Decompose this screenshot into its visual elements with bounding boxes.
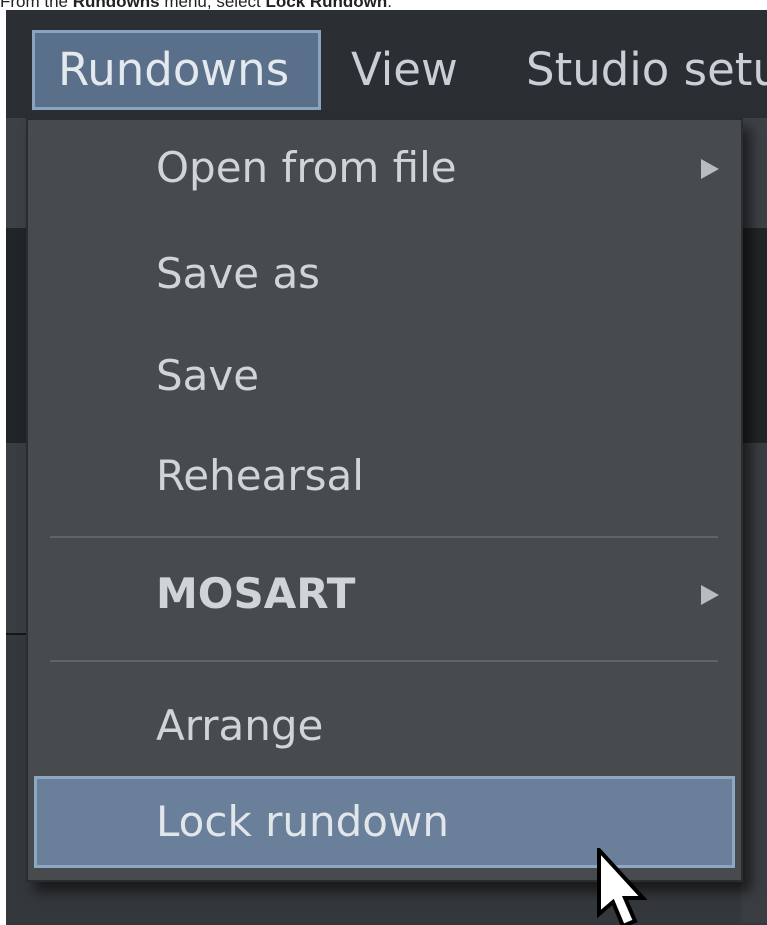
- mouse-cursor-icon: [597, 848, 648, 925]
- menu-item-mosart[interactable]: MOSART: [28, 546, 741, 642]
- menu-bar: Rundowns View Studio setu: [6, 10, 767, 118]
- menu-item-label: Lock rundown: [156, 797, 449, 846]
- background-panel: [6, 443, 26, 633]
- background-panel: [741, 118, 767, 228]
- menu-item-arrange[interactable]: Arrange: [28, 678, 741, 774]
- background-panel: [6, 118, 26, 228]
- menu-item-save-as[interactable]: Save as: [28, 226, 741, 322]
- menu-view[interactable]: View: [351, 30, 458, 110]
- menu-item-label: MOSART: [156, 569, 356, 618]
- menu-item-label: Arrange: [156, 701, 324, 750]
- menu-item-rehearsal[interactable]: Rehearsal: [28, 428, 741, 524]
- menu-item-save[interactable]: Save: [28, 328, 741, 424]
- app-window: Rundowns View Studio setu Open from file…: [6, 10, 767, 925]
- instruction-item-name: Lock Rundown: [265, 0, 388, 10]
- menu-rundowns[interactable]: Rundowns: [32, 30, 321, 110]
- menu-studio-setup[interactable]: Studio setu: [526, 30, 767, 110]
- menu-item-label: Save as: [156, 249, 321, 298]
- menu-item-open-from-file[interactable]: Open from file: [28, 120, 741, 216]
- instruction-menu-name: Rundowns: [72, 0, 160, 10]
- menu-separator: [50, 660, 718, 662]
- rundowns-dropdown-menu: Open from file Save as Save Rehearsal MO…: [26, 118, 743, 882]
- background-panel: [6, 633, 26, 635]
- menu-item-label: Save: [156, 351, 260, 400]
- menu-separator: [50, 536, 718, 538]
- instruction-text: From the Rundowns menu, select Lock Rund…: [0, 0, 767, 10]
- instruction-suffix: .: [387, 0, 393, 10]
- background-panel: [741, 443, 767, 923]
- background-panel: [6, 228, 26, 443]
- instruction-prefix: From the: [0, 0, 73, 10]
- menu-item-label: Rehearsal: [156, 451, 364, 500]
- instruction-middle: menu, select: [159, 0, 266, 10]
- menu-item-label: Open from file: [156, 143, 457, 192]
- submenu-arrow-icon: [701, 585, 719, 605]
- background-panel: [741, 228, 767, 443]
- submenu-arrow-icon: [701, 159, 719, 179]
